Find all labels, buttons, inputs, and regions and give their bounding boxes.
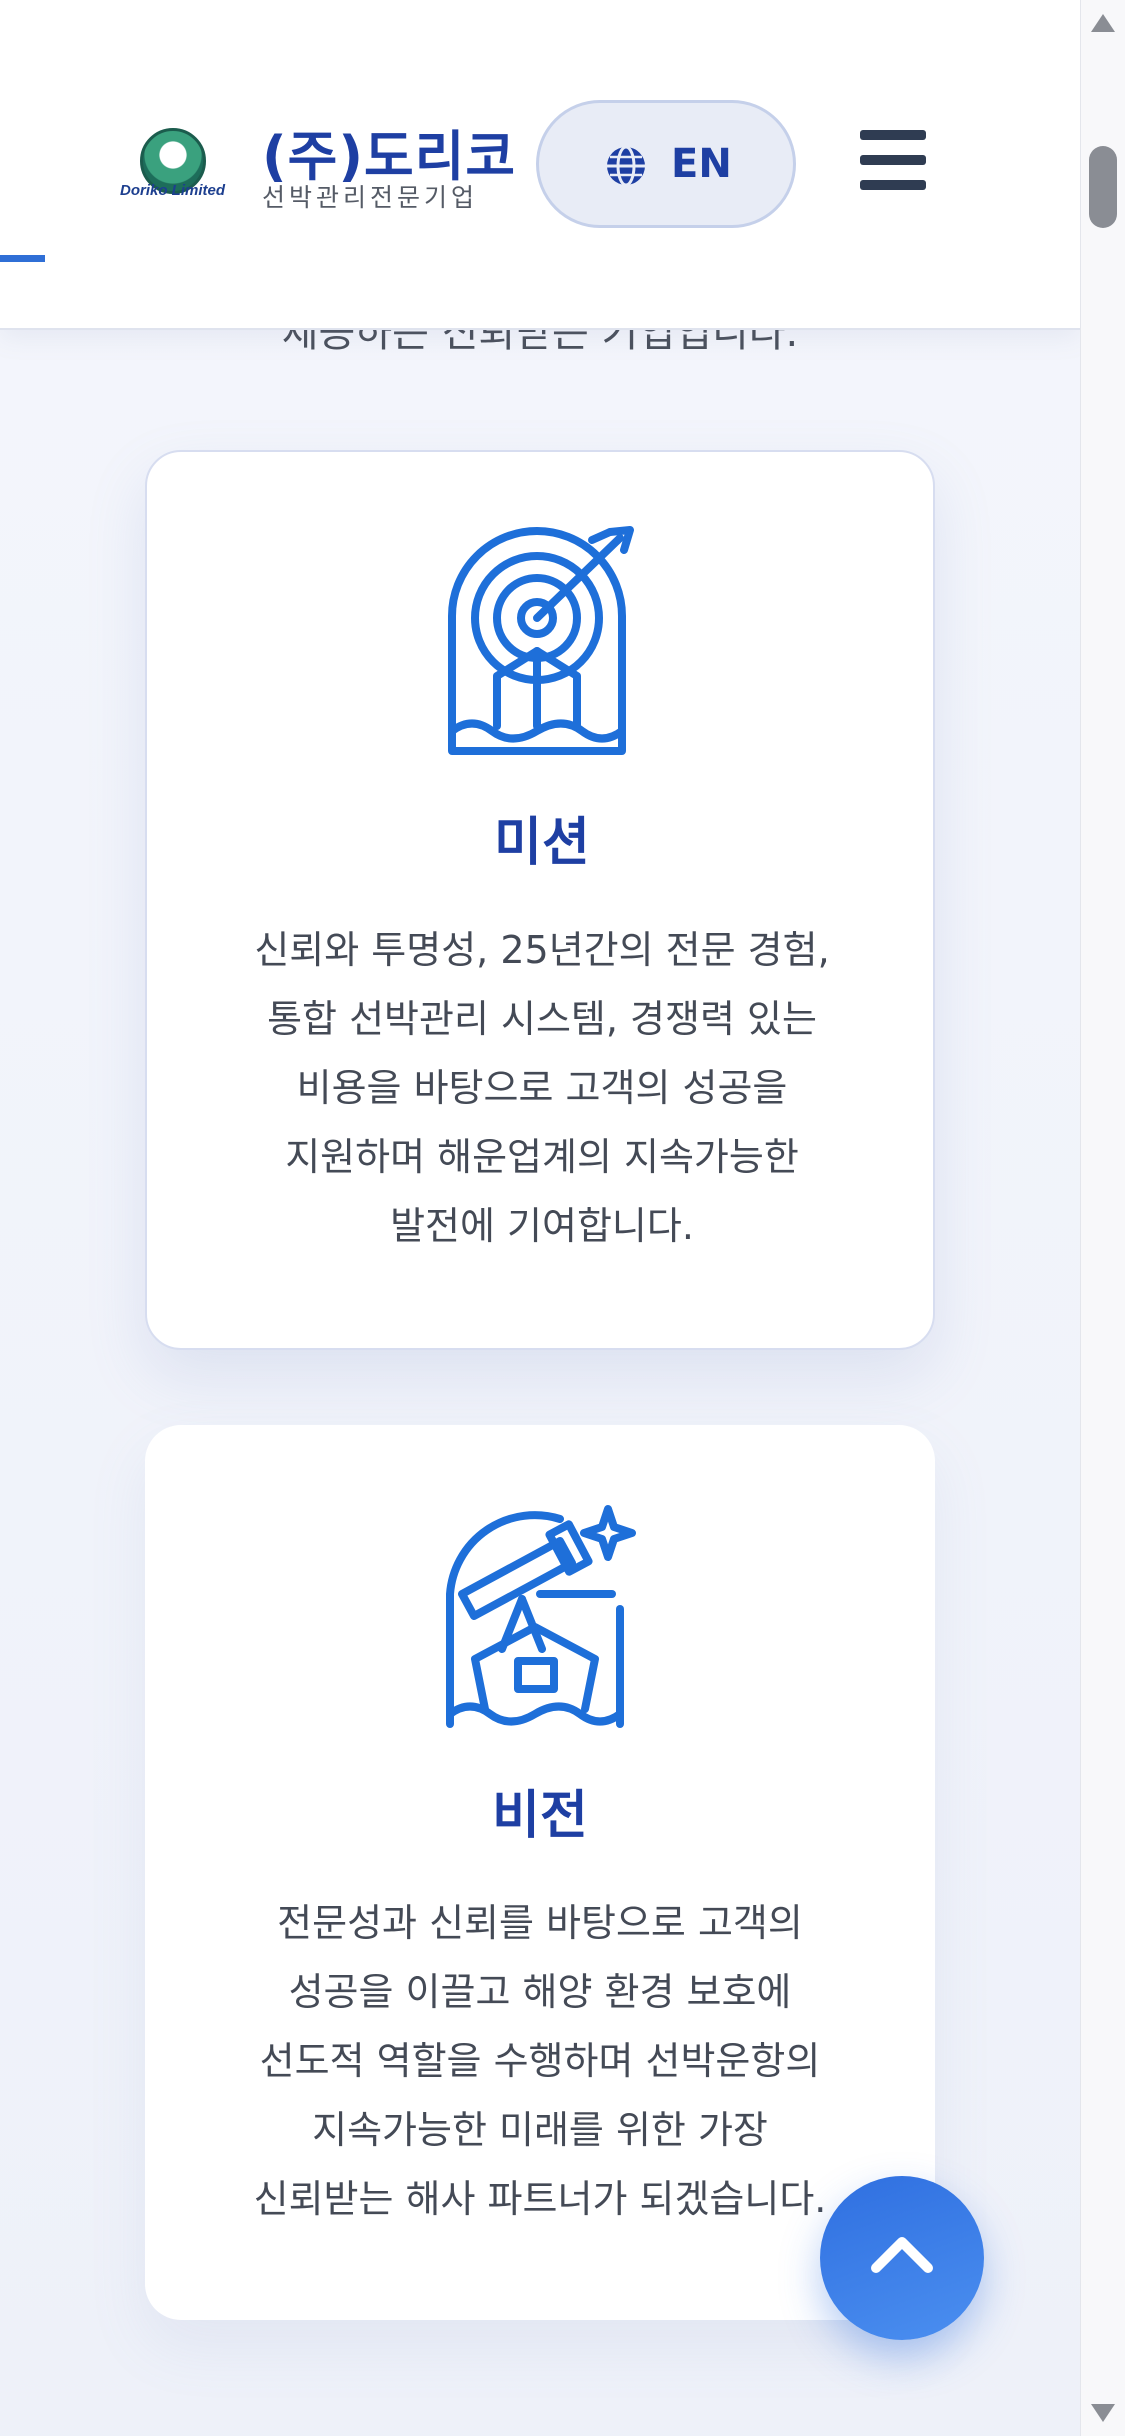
telescope-ship-icon bbox=[446, 1505, 636, 1728]
site-header: Doriko Limited (주)도리코 선박관리전문기업 EN bbox=[0, 0, 1080, 330]
progress-accent-line bbox=[0, 255, 45, 262]
chevron-up-icon bbox=[871, 2237, 933, 2273]
scroll-up-arrow-icon[interactable] bbox=[1091, 14, 1115, 32]
mission-title: 미션 bbox=[494, 813, 590, 873]
scroll-to-top-button[interactable] bbox=[820, 2176, 984, 2340]
page: Doriko Limited (주)도리코 선박관리전문기업 EN 제공하는 신… bbox=[0, 0, 1080, 2436]
target-ship-icon bbox=[448, 526, 634, 755]
mission-card: 미션 신뢰와 투명성, 25년간의 전문 경험, 통합 선박관리 시스템, 경쟁… bbox=[145, 450, 935, 1350]
vertical-scrollbar[interactable] bbox=[1080, 0, 1125, 2436]
hamburger-menu-icon[interactable] bbox=[860, 130, 926, 190]
vision-title: 비전 bbox=[492, 1786, 588, 1846]
language-button[interactable]: EN bbox=[536, 100, 796, 228]
globe-icon bbox=[607, 145, 645, 187]
vision-card: 비전 전문성과 신뢰를 바탕으로 고객의 성공을 이끌고 해양 환경 보호에 선… bbox=[145, 1425, 935, 2320]
brand-subtitle: 선박관리전문기업 bbox=[262, 183, 479, 212]
language-label: EN bbox=[671, 141, 732, 187]
scroll-down-arrow-icon[interactable] bbox=[1091, 2404, 1115, 2422]
scrollbar-thumb[interactable] bbox=[1089, 146, 1117, 228]
vision-description: 전문성과 신뢰를 바탕으로 고객의 성공을 이끌고 해양 환경 보호에 선도적 … bbox=[253, 1901, 827, 2221]
logo-text: Doriko Limited bbox=[120, 182, 226, 199]
mission-description: 신뢰와 투명성, 25년간의 전문 경험, 통합 선박관리 시스템, 경쟁력 있… bbox=[254, 928, 830, 1248]
